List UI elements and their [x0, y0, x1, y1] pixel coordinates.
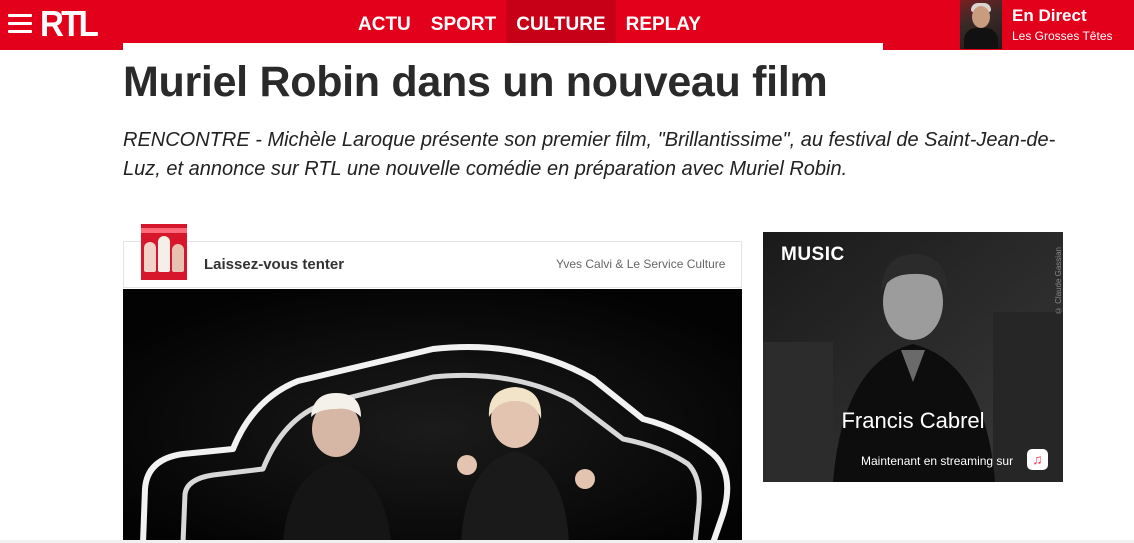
apple-music-logo: MUSIC — [778, 244, 845, 266]
ad-cta: Maintenant en streaming sur — [861, 454, 1014, 468]
article-title: Muriel Robin dans un nouveau film — [123, 58, 828, 106]
ad-portrait — [763, 232, 1063, 482]
rtl-logo[interactable]: RTL — [40, 4, 99, 44]
podcast-host: Yves Calvi & Le Service Culture — [556, 257, 726, 271]
apple-music-ad[interactable]: MUSIC © Claude Gassian Francis Cabrel Ma… — [763, 232, 1063, 482]
video-frame — [123, 289, 742, 543]
live-show-name: Les Grosses Têtes — [1012, 29, 1113, 43]
scrolled-title-remnant — [123, 43, 883, 50]
ad-brand-text: MUSIC — [781, 244, 845, 265]
apple-music-icon: ♫ — [1027, 449, 1048, 470]
article-lede: RENCONTRE - Michèle Laroque présente son… — [123, 129, 1056, 180]
podcast-show-title[interactable]: Laissez-vous tenter — [204, 256, 344, 273]
podcast-cover-image[interactable] — [141, 224, 187, 280]
live-show-thumbnail — [960, 0, 1002, 49]
live-radio-button[interactable]: En Direct Les Grosses Têtes — [960, 0, 1134, 50]
video-player[interactable] — [123, 289, 742, 543]
menu-icon[interactable] — [8, 14, 32, 36]
live-title: En Direct — [1012, 6, 1087, 25]
photo-credit: © Claude Gassian — [1054, 247, 1063, 316]
ad-artist-name: Francis Cabrel — [841, 408, 985, 433]
